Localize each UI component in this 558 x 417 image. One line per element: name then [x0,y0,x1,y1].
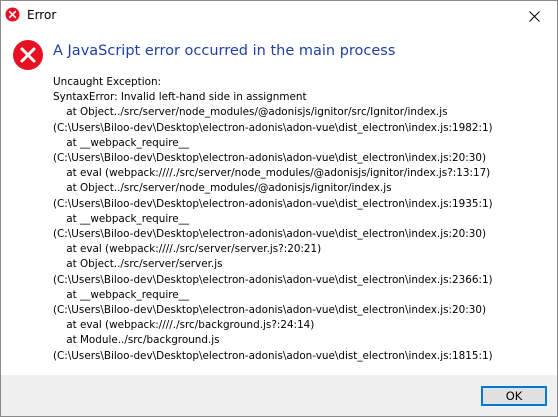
close-icon [528,10,540,22]
message-line: at __webpack_require__ [53,288,190,301]
message-line: at eval (webpack:////./src/server/server… [53,243,322,256]
close-button[interactable] [511,1,557,31]
title-bar[interactable]: Error [1,1,557,31]
message-line: at Module../src/background.js [53,334,220,347]
button-bar: OK [1,375,557,416]
message-line: at eval (webpack:////./src/background.js… [53,319,315,332]
message-line: at Object../src/server/node_modules/@ado… [53,182,392,195]
message-line: (C:\Users\Biloo-dev\Desktop\electron-ado… [53,121,493,134]
error-message: Uncaught Exception: SyntaxError: Invalid… [53,75,549,364]
error-icon [5,7,20,22]
error-heading: A JavaScript error occurred in the main … [53,43,396,59]
message-line: at __webpack_require__ [53,212,190,225]
message-line: at Object../src/server/node_modules/@ado… [53,106,448,119]
message-line: (C:\Users\Biloo-dev\Desktop\electron-ado… [53,273,493,286]
message-line: Uncaught Exception: [53,76,162,88]
message-line: (C:\Users\Biloo-dev\Desktop\electron-ado… [53,228,487,241]
error-icon [13,40,43,70]
message-line: at __webpack_require__ [53,136,190,149]
ok-button[interactable]: OK [481,386,547,406]
message-line: at eval (webpack:////./src/server/node_m… [53,167,491,180]
message-line: (C:\Users\Biloo-dev\Desktop\electron-ado… [53,349,493,362]
message-line: SyntaxError: Invalid left-hand side in a… [53,91,307,104]
message-line: (C:\Users\Biloo-dev\Desktop\electron-ado… [53,304,487,317]
window-title: Error [27,8,57,22]
message-line: at Object../src/server/server.js [53,258,223,271]
error-dialog-window: Error A JavaScript error occurred in the… [0,0,558,417]
message-line: (C:\Users\Biloo-dev\Desktop\electron-ado… [53,152,487,165]
message-line: (C:\Users\Biloo-dev\Desktop\electron-ado… [53,197,493,210]
